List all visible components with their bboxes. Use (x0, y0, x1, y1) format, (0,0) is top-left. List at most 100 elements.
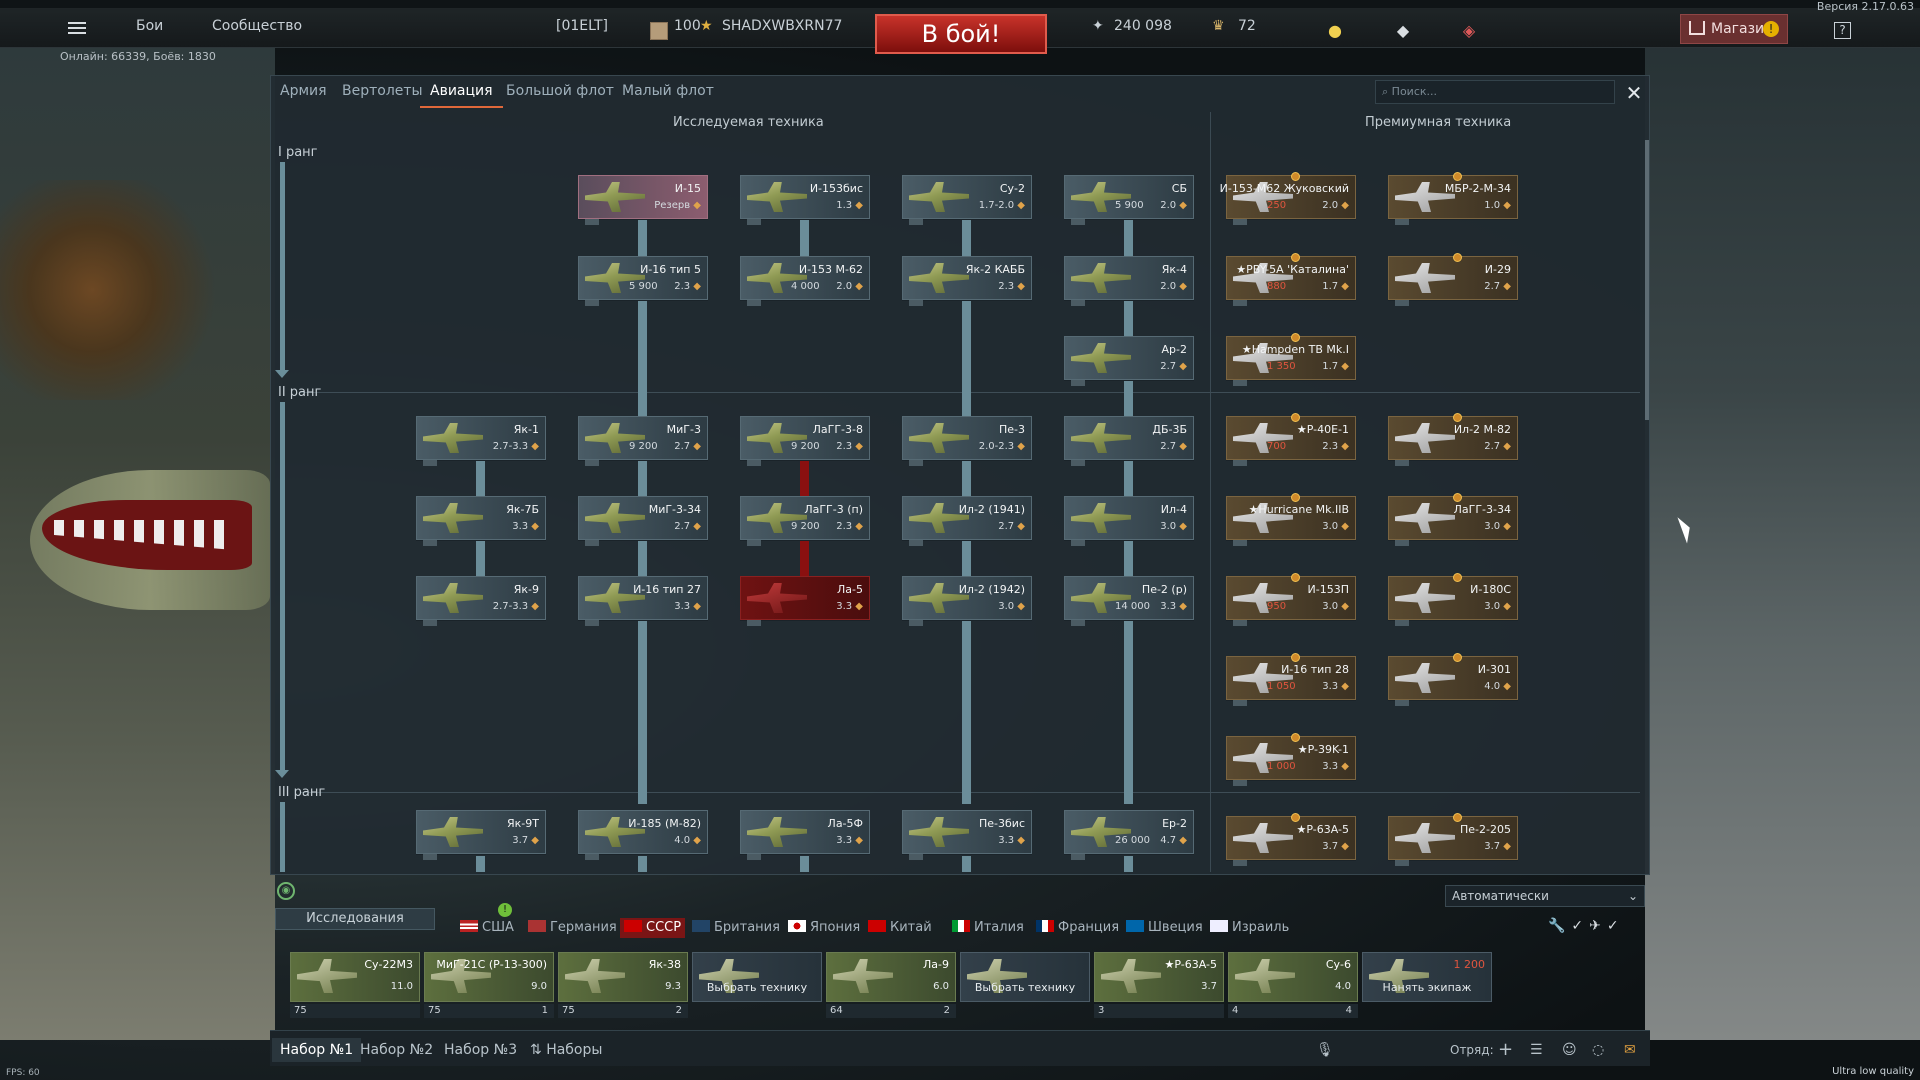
tree-vehicle-card[interactable]: Як-9 2.7-3.3 ◆ (416, 576, 546, 626)
tree-vehicle-card[interactable]: И-16 тип 5 5 900 2.3 ◆ (578, 256, 708, 306)
golden-eagles-balance[interactable]: 72 (1238, 14, 1256, 38)
premium-vehicle-card[interactable]: Пе-2-205 3.7 ◆ (1388, 813, 1518, 866)
contacts-icon[interactable]: ☺ (1562, 1038, 1577, 1062)
premium-vehicle-card[interactable]: ★PBY-5A 'Каталина' 880 1.7 ◆ (1226, 253, 1356, 306)
crew-tools-icons[interactable]: 🔧✓✈✓ (1548, 918, 1625, 934)
crew-slot[interactable]: Выбрать технику (960, 952, 1090, 1002)
premium-vehicle-card[interactable]: ЛаГГ-3-34 3.0 ◆ (1388, 493, 1518, 546)
tree-vehicle-card[interactable]: Пе-3бис 3.3 ◆ (902, 810, 1032, 860)
premium-vehicle-card[interactable]: И-29 2.7 ◆ (1388, 253, 1518, 306)
tree-vehicle-card[interactable]: И-15 Резерв ◆ (578, 175, 708, 225)
crew-slot[interactable]: Нанять экипаж 1 200 (1362, 952, 1492, 1002)
tree-vehicle-card[interactable]: Ла-5 3.3 ◆ (740, 576, 870, 626)
research-button[interactable]: Исследования (275, 908, 435, 930)
premium-vehicle-card[interactable]: И-180С 3.0 ◆ (1388, 573, 1518, 626)
nation-tab[interactable]: Франция (1036, 918, 1119, 938)
crew-slot[interactable]: МиГ-21С (Р-13-300) 9.0 (424, 952, 554, 1002)
list-icon[interactable]: ☰ (1530, 1038, 1543, 1062)
crew-slot[interactable]: Выбрать технику (692, 952, 822, 1002)
tree-vehicle-card[interactable]: И-153бис 1.3 ◆ (740, 175, 870, 225)
cube-icon[interactable]: ◆ (1394, 22, 1412, 40)
tree-vehicle-card[interactable]: Су-2 1.7-2.0 ◆ (902, 175, 1032, 225)
search-input[interactable]: ⌕ Поиск... (1375, 80, 1615, 104)
nation-tab[interactable]: Британия (692, 918, 780, 938)
tree-vehicle-card[interactable]: И-16 тип 27 3.3 ◆ (578, 576, 708, 626)
menu-battles[interactable]: Бои (136, 14, 163, 38)
tree-vehicle-card[interactable]: Як-7Б 3.3 ◆ (416, 496, 546, 546)
tree-vehicle-card[interactable]: Як-9Т 3.7 ◆ (416, 810, 546, 860)
hint-bulb-icon[interactable]: ● (1326, 22, 1344, 40)
shop-button[interactable]: Магазин! (1680, 14, 1788, 44)
menu-community[interactable]: Сообщество (212, 14, 302, 38)
tab-aviation[interactable]: Авиация (420, 80, 503, 108)
menu-icon[interactable] (68, 22, 86, 24)
tree-vehicle-card[interactable]: ЛаГГ-3 (п) 9 200 2.3 ◆ (740, 496, 870, 546)
tab-army[interactable]: Армия (280, 80, 327, 108)
nation-tab[interactable]: Израиль (1210, 918, 1289, 938)
tree-vehicle-card[interactable]: СБ 5 900 2.0 ◆ (1064, 175, 1194, 225)
tree-vehicle-card[interactable]: МиГ-3-34 2.7 ◆ (578, 496, 708, 546)
tree-vehicle-card[interactable]: Пе-3 2.0-2.3 ◆ (902, 416, 1032, 466)
tree-vehicle-card[interactable]: Пе-2 (р) 14 000 3.3 ◆ (1064, 576, 1194, 626)
premium-vehicle-card[interactable]: ★P-63A-5 3.7 ◆ (1226, 813, 1356, 866)
tree-vehicle-card[interactable]: Ар-2 2.7 ◆ (1064, 336, 1194, 386)
tree-vehicle-card[interactable]: Ил-2 (1941) 2.7 ◆ (902, 496, 1032, 546)
tree-vehicle-card[interactable]: ЛаГГ-3-8 9 200 2.3 ◆ (740, 416, 870, 466)
premium-vehicle-card[interactable]: И-16 тип 28 1 050 3.3 ◆ (1226, 653, 1356, 706)
microphone-icon[interactable]: 🎙 (1316, 1038, 1334, 1062)
squad-add-icon[interactable]: + (1498, 1038, 1513, 1062)
premium-vehicle-card[interactable]: И-153П 950 3.0 ◆ (1226, 573, 1356, 626)
preset-1[interactable]: Набор №1 (272, 1038, 362, 1062)
silver-lions-balance[interactable]: 240 098 (1114, 14, 1172, 38)
tree-vehicle-card[interactable]: Як-1 2.7-3.3 ◆ (416, 416, 546, 466)
nation-tab[interactable]: СССР (620, 918, 686, 938)
nation-tab[interactable]: Япония (788, 918, 860, 938)
player-nickname[interactable]: SHADXWBXRN77 (722, 14, 842, 38)
tree-vehicle-card[interactable]: И-185 (М-82) 4.0 ◆ (578, 810, 708, 860)
tree-vehicle-card[interactable]: ДБ-3Б 2.7 ◆ (1064, 416, 1194, 466)
tree-vehicle-card[interactable]: Як-2 КАББ 2.3 ◆ (902, 256, 1032, 306)
tab-bluewater-fleet[interactable]: Большой флот (506, 80, 614, 108)
tree-vehicle-card[interactable]: Як-4 2.0 ◆ (1064, 256, 1194, 306)
nation-tab[interactable]: США (460, 918, 514, 938)
tree-vehicle-card[interactable]: И-153 М-62 4 000 2.0 ◆ (740, 256, 870, 306)
nation-tab[interactable]: Италия (952, 918, 1024, 938)
coupon-icon[interactable]: ◈ (1460, 22, 1478, 40)
premium-vehicle-card[interactable]: И-153-М62 Жуковский 250 2.0 ◆ (1220, 172, 1356, 225)
premium-vehicle-card[interactable]: И-301 4.0 ◆ (1388, 653, 1518, 706)
chat-icon[interactable]: ◌ (1592, 1038, 1604, 1062)
tree-vehicle-card[interactable]: Ер-2 26 000 4.7 ◆ (1064, 810, 1194, 860)
tree-vehicle-card[interactable]: Ил-2 (1942) 3.0 ◆ (902, 576, 1032, 626)
mail-icon[interactable]: ✉ (1624, 1038, 1636, 1062)
research-shield-icon[interactable]: ◉ (277, 882, 295, 900)
avatar[interactable] (650, 22, 668, 40)
tree-vehicle-card[interactable]: МиГ-3 9 200 2.7 ◆ (578, 416, 708, 466)
to-battle-button[interactable]: В бой! (875, 14, 1047, 54)
crew-slot[interactable]: Ла-9 6.0 (826, 952, 956, 1002)
clan-tag[interactable]: [01ELT] (556, 14, 608, 38)
close-icon[interactable]: ✕ (1625, 83, 1643, 103)
tree-vehicle-card[interactable]: Ил-4 3.0 ◆ (1064, 496, 1194, 546)
premium-vehicle-card[interactable]: ★Hurricane Mk.IIB 3.0 ◆ (1226, 493, 1356, 546)
tab-helicopters[interactable]: Вертолеты (342, 80, 423, 108)
premium-vehicle-card[interactable]: ★Hampden TB Mk.I 1 350 1.7 ◆ (1226, 333, 1356, 386)
vehicle-select-dropdown[interactable]: Автоматически ⌄ (1445, 885, 1645, 907)
nation-tab[interactable]: Германия (528, 918, 617, 938)
crew-slot[interactable]: Су-6 4.0 (1228, 952, 1358, 1002)
preset-2[interactable]: Набор №2 (360, 1038, 433, 1062)
premium-vehicle-card[interactable]: ★P-40E-1 700 2.3 ◆ (1226, 413, 1356, 466)
crew-slot[interactable]: Як-38 9.3 (558, 952, 688, 1002)
premium-vehicle-card[interactable]: Ил-2 М-82 2.7 ◆ (1388, 413, 1518, 466)
tree-scrollbar[interactable] (1645, 140, 1649, 420)
tree-vehicle-card[interactable]: Ла-5Ф 3.3 ◆ (740, 810, 870, 860)
presets-menu[interactable]: ⇅ Наборы (530, 1038, 602, 1062)
preset-3[interactable]: Набор №3 (444, 1038, 517, 1062)
tab-coastal-fleet[interactable]: Малый флот (622, 80, 714, 108)
premium-vehicle-card[interactable]: ★P-39K-1 1 000 3.3 ◆ (1226, 733, 1356, 786)
premium-vehicle-card[interactable]: МБР-2-М-34 1.0 ◆ (1388, 172, 1518, 225)
crew-slot[interactable]: ★P-63A-5 3.7 (1094, 952, 1224, 1002)
help-icon[interactable]: ? (1834, 22, 1851, 39)
crew-slot[interactable]: Су-22М3 11.0 (290, 952, 420, 1002)
nation-tab[interactable]: Швеция (1126, 918, 1203, 938)
nation-tab[interactable]: Китай (868, 918, 932, 938)
